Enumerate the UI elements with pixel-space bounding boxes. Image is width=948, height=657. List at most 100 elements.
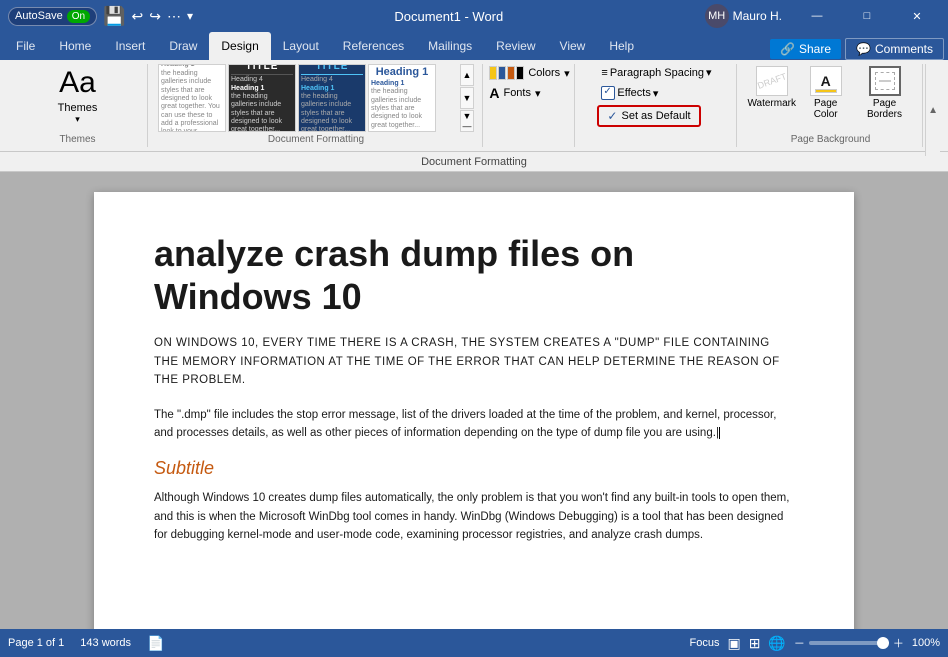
style-item-title[interactable]: Title Heading 1Heading 1the heading gall… — [158, 64, 226, 132]
customize-btn[interactable]: ⋯ — [167, 8, 181, 25]
themes-icon: Aa — [59, 66, 96, 100]
style-item-heading-dark[interactable]: TITLE Heading 4Heading 1the heading gall… — [228, 64, 296, 132]
themes-group: Aa Themes ▾ Themes — [8, 64, 148, 147]
style-preview-h1-text: Heading 1the heading galleries include s… — [371, 80, 433, 130]
para-spacing-chevron: ▾ — [706, 66, 712, 79]
page-borders-label: Page Borders — [861, 98, 908, 120]
watermark-icon: DRAFT — [756, 66, 788, 96]
themes-group-label: Themes — [59, 134, 95, 145]
page-color-button[interactable]: A Page Color — [800, 64, 851, 122]
effects-chevron: ▾ — [653, 87, 659, 100]
layout-icon-single[interactable]: ▣ — [727, 635, 740, 652]
maximize-btn[interactable]: □ — [844, 0, 890, 32]
colors-button[interactable]: Colors ▾ — [485, 64, 573, 82]
zoom-thumb — [877, 637, 889, 649]
document-page: analyze crash dump files on Windows 10 O… — [94, 192, 854, 629]
document-formatting-text: Document Formatting — [421, 156, 527, 168]
ribbon-collapse-button[interactable]: ▲ — [925, 64, 940, 156]
layout-icon-multi[interactable]: ⊞ — [749, 635, 761, 652]
tab-file[interactable]: File — [4, 32, 47, 60]
page-color-label: Page Color — [806, 98, 845, 120]
style-scroll-up[interactable]: ▲ — [460, 64, 474, 86]
autosave-toggle[interactable]: AutoSave On — [8, 7, 97, 26]
style-scroll-down[interactable]: ▼ — [460, 87, 474, 109]
tab-draw[interactable]: Draw — [157, 32, 209, 60]
fonts-icon: A — [489, 85, 499, 101]
comments-button[interactable]: 💬 Comments — [845, 38, 944, 60]
themes-button[interactable]: Aa Themes ▾ — [50, 64, 106, 127]
paragraph-spacing-group: ≡ Paragraph Spacing ▾ Effects ▾ ✓ Set as… — [577, 64, 737, 147]
colors-fonts-group-label — [528, 134, 531, 145]
comments-icon: 💬 — [856, 42, 871, 56]
doc-check-icon: 📄 — [147, 635, 164, 652]
document-subtitle-upper: ON WINDOWS 10, EVERY TIME THERE IS A CRA… — [154, 334, 794, 389]
focus-label[interactable]: Focus — [689, 637, 719, 649]
document-body1: The ".dmp" file includes the stop error … — [154, 406, 794, 443]
tab-view[interactable]: View — [548, 32, 598, 60]
style-item-heading-blue[interactable]: TITLE Heading 4Heading 1the heading gall… — [298, 64, 366, 132]
watermark-button[interactable]: DRAFT Watermark — [747, 64, 796, 111]
tab-references[interactable]: References — [331, 32, 416, 60]
style-scroll-more[interactable]: ▼— — [460, 110, 474, 132]
layout-icon-web[interactable]: 🌐 — [768, 635, 785, 652]
undo-btn[interactable]: ↩ — [131, 8, 143, 25]
tab-review[interactable]: Review — [484, 32, 547, 60]
tab-mailings[interactable]: Mailings — [416, 32, 484, 60]
title-bar-left: AutoSave On 💾 ↩ ↪ ⋯ ▾ — [8, 6, 193, 27]
redo-btn[interactable]: ↪ — [149, 8, 161, 25]
style-preview-dark-title: TITLE — [246, 64, 279, 72]
effects-label: Effects — [617, 87, 650, 99]
tab-help[interactable]: Help — [597, 32, 646, 60]
ribbon-right-actions: 🔗 Share 💬 Comments — [770, 38, 944, 60]
title-separator: ▾ — [187, 9, 193, 23]
themes-label: Themes — [58, 102, 98, 114]
user-name: Mauro H. — [733, 9, 782, 23]
doc-title-bar: Document1 - Word — [394, 9, 503, 24]
tab-design[interactable]: Design — [209, 32, 270, 60]
document-area: analyze crash dump files on Windows 10 O… — [0, 172, 948, 629]
set-default-button[interactable]: ✓ Set as Default — [597, 105, 700, 127]
para-spacing-label: Paragraph Spacing — [610, 67, 704, 79]
zoom-plus[interactable]: ＋ — [893, 635, 904, 651]
tab-insert[interactable]: Insert — [103, 32, 157, 60]
share-icon: 🔗 — [780, 42, 795, 56]
style-gallery: Title Heading 1Heading 1the heading gall… — [158, 64, 474, 132]
page-background-label: Page Background — [791, 134, 871, 145]
title-bar: AutoSave On 💾 ↩ ↪ ⋯ ▾ Document1 - Word M… — [0, 0, 948, 32]
minimize-btn[interactable]: — — [794, 0, 840, 32]
title-bar-right: MH Mauro H. — □ ✕ — [705, 0, 940, 32]
effects-button[interactable]: Effects ▾ — [597, 84, 662, 102]
ribbon-tabs: File Home Insert Draw Design Layout Refe… — [0, 32, 948, 60]
fonts-chevron: ▾ — [535, 87, 541, 100]
share-button[interactable]: 🔗 Share — [770, 39, 841, 59]
style-preview-dark-text: Heading 4Heading 1the heading galleries … — [231, 74, 293, 132]
colors-fonts-group: Colors ▾ A Fonts ▾ — [485, 64, 575, 147]
colors-chevron: ▾ — [564, 67, 570, 80]
document-formatting-bar: Document Formatting — [0, 152, 948, 172]
autosave-state: On — [67, 10, 90, 23]
style-scroll: ▲ ▼ ▼— — [460, 64, 474, 132]
document-title: analyze crash dump files on Windows 10 — [154, 232, 794, 318]
autosave-label: AutoSave — [15, 10, 63, 22]
page-color-icon: A — [810, 66, 842, 96]
tab-home[interactable]: Home — [47, 32, 103, 60]
zoom-minus[interactable]: － — [794, 635, 805, 651]
paragraph-spacing-button[interactable]: ≡ Paragraph Spacing ▾ — [597, 64, 715, 81]
page-background-group: DRAFT Watermark A Page Color — [739, 64, 923, 147]
style-preview-blue-text: Heading 4Heading 1the heading galleries … — [301, 74, 363, 132]
style-preview-text1: Heading 1Heading 1the heading galleries … — [161, 64, 223, 132]
para-spacing-icon: ≡ — [601, 67, 607, 79]
style-items: Title Heading 1Heading 1the heading gall… — [158, 64, 458, 132]
effects-checkbox — [601, 86, 615, 100]
page-info: Page 1 of 1 — [8, 637, 64, 649]
set-default-check-icon: ✓ — [607, 109, 617, 123]
tab-layout[interactable]: Layout — [271, 32, 331, 60]
fonts-button[interactable]: A Fonts ▾ — [485, 83, 573, 103]
status-bar: Page 1 of 1 143 words 📄 Focus ▣ ⊞ 🌐 － ＋ … — [0, 629, 948, 657]
style-item-heading1[interactable]: Heading 1 Heading 1the heading galleries… — [368, 64, 436, 132]
word-icon: 💾 — [103, 6, 125, 27]
close-btn[interactable]: ✕ — [894, 0, 940, 32]
page-borders-button[interactable]: Page Borders — [855, 64, 914, 122]
zoom-slider[interactable] — [809, 641, 889, 645]
style-preview-h1: Heading 1 — [376, 66, 429, 78]
